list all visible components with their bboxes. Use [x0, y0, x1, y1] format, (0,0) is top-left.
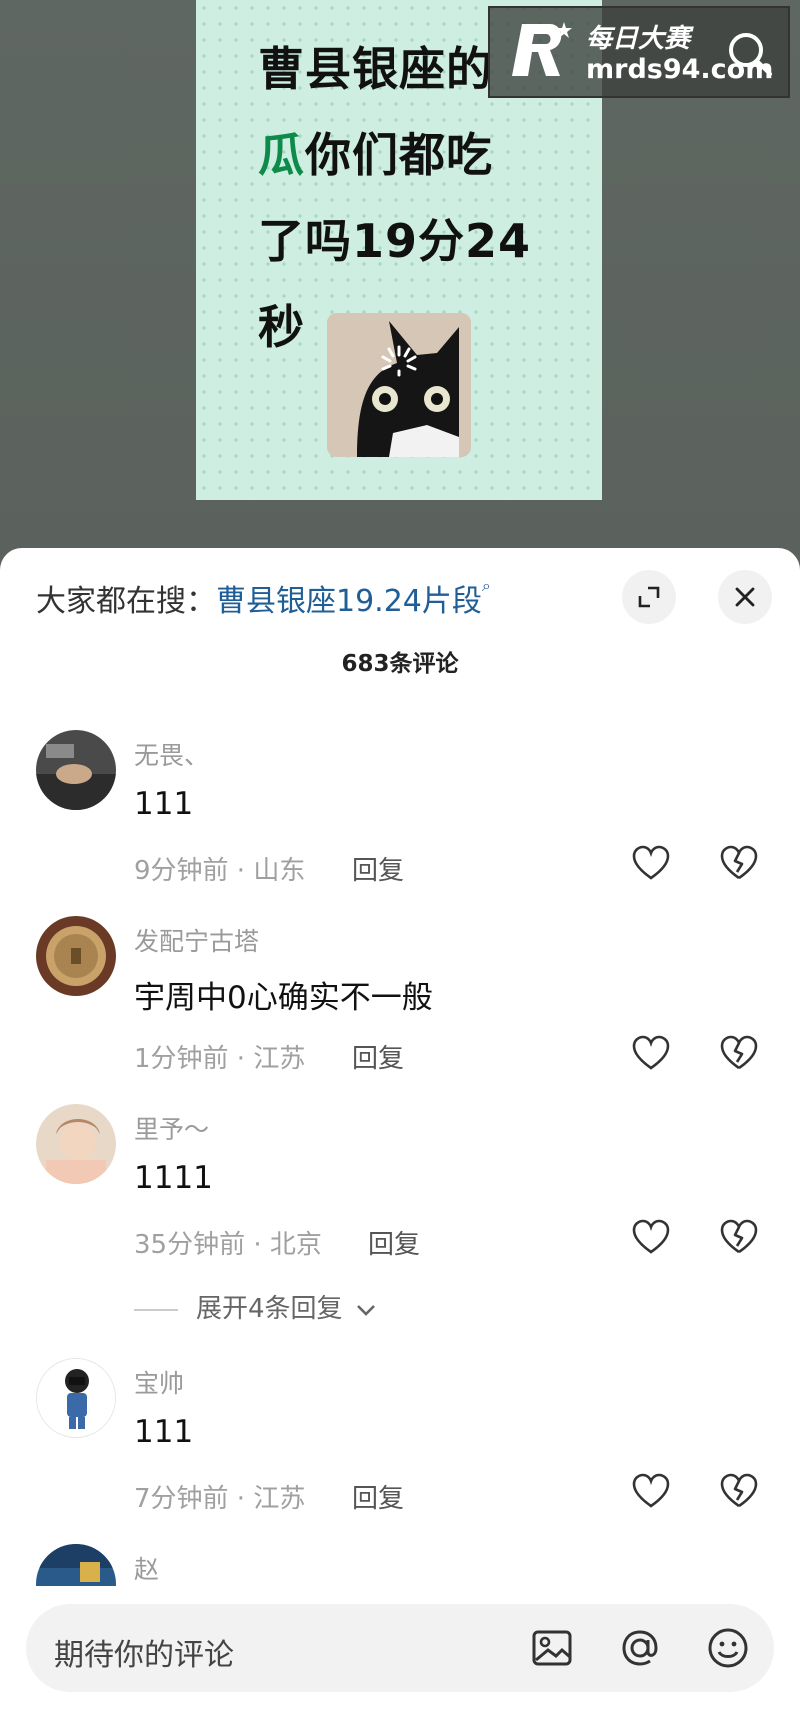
search-small-icon: ⌕ [481, 576, 491, 595]
emoji-icon[interactable] [704, 1624, 752, 1672]
expand-replies-button[interactable]: 展开4条回复 [134, 1288, 377, 1325]
close-icon [735, 587, 755, 607]
comment-username[interactable]: 宝帅 [134, 1364, 184, 1400]
bottom-strip [0, 1702, 800, 1710]
cat-meme-image [327, 313, 471, 457]
video-area[interactable]: 曹县银座的 瓜你们都吃 了吗19分24 秒 每日大赛 mrds94.com [0, 0, 800, 560]
search-icon[interactable] [722, 26, 778, 82]
divider [134, 1308, 178, 1311]
avatar[interactable] [36, 730, 116, 810]
caption-highlight: 瓜 [258, 128, 305, 182]
avatar[interactable] [36, 916, 116, 996]
reply-button[interactable]: 回复 [352, 1038, 404, 1075]
image-icon[interactable] [528, 1624, 576, 1672]
caption-line-3: 了吗19分24 [258, 214, 532, 268]
reply-button[interactable]: 回复 [368, 1224, 420, 1261]
comment-text: 111 [134, 786, 194, 822]
comments-panel: 大家都在搜：曹县银座19.24片段⌕ 683条评论 [0, 548, 800, 1710]
comment-meta: 35分钟前 · 北京 [134, 1230, 322, 1260]
comment-username[interactable]: 里予～ [134, 1110, 209, 1146]
comment-meta: 7分钟前 · 江苏 [134, 1484, 306, 1514]
reply-button[interactable]: 回复 [352, 850, 404, 887]
search-suggestion[interactable]: 大家都在搜：曹县银座19.24片段⌕ [36, 576, 491, 620]
comment-meta: 9分钟前 · 山东 [134, 856, 306, 886]
avatar[interactable] [36, 1104, 116, 1184]
heart-icon[interactable] [630, 1216, 672, 1258]
comment-username[interactable]: 发配宁古塔 [134, 922, 259, 958]
expand-replies-label: 展开4条回复 [196, 1294, 343, 1324]
heart-icon[interactable] [630, 1470, 672, 1512]
close-button[interactable] [718, 570, 772, 624]
caption-line-2: 你们都吃 [305, 128, 493, 182]
comment-input-bar[interactable]: 期待你的评论 [26, 1604, 774, 1692]
heart-icon[interactable] [630, 842, 672, 884]
comment-username[interactable]: 赵 [134, 1550, 159, 1586]
chevron-down-icon [356, 1304, 375, 1316]
avatar[interactable] [36, 1544, 116, 1586]
broken-heart-icon[interactable] [718, 1470, 760, 1512]
heart-icon[interactable] [630, 1032, 672, 1074]
avatar[interactable] [36, 1358, 116, 1438]
expand-icon [638, 586, 660, 608]
at-icon[interactable] [616, 1624, 664, 1672]
logo-r-icon [512, 22, 572, 76]
comment-username[interactable]: 无畏、 [134, 736, 209, 772]
reply-button[interactable]: 回复 [352, 1478, 404, 1515]
search-suggestion-label: 大家都在搜： [36, 584, 216, 619]
comment-text: 111 [134, 1414, 194, 1450]
broken-heart-icon[interactable] [718, 1032, 760, 1074]
search-suggestion-query[interactable]: 曹县银座19.24片段 [216, 584, 482, 619]
watermark-title: 每日大赛 [586, 24, 691, 54]
watermark: 每日大赛 mrds94.com [488, 6, 790, 98]
expand-button[interactable] [622, 570, 676, 624]
comment-text: 1111 [134, 1160, 213, 1196]
comment-count: 683条评论 [341, 651, 459, 677]
comment-item: 赵 [0, 1544, 800, 1586]
comment-text: 宇周中0心确实不一般 [134, 980, 433, 1016]
broken-heart-icon[interactable] [718, 1216, 760, 1258]
broken-heart-icon[interactable] [718, 842, 760, 884]
comment-input[interactable]: 期待你的评论 [54, 1630, 234, 1674]
comment-meta: 1分钟前 · 江苏 [134, 1044, 306, 1074]
